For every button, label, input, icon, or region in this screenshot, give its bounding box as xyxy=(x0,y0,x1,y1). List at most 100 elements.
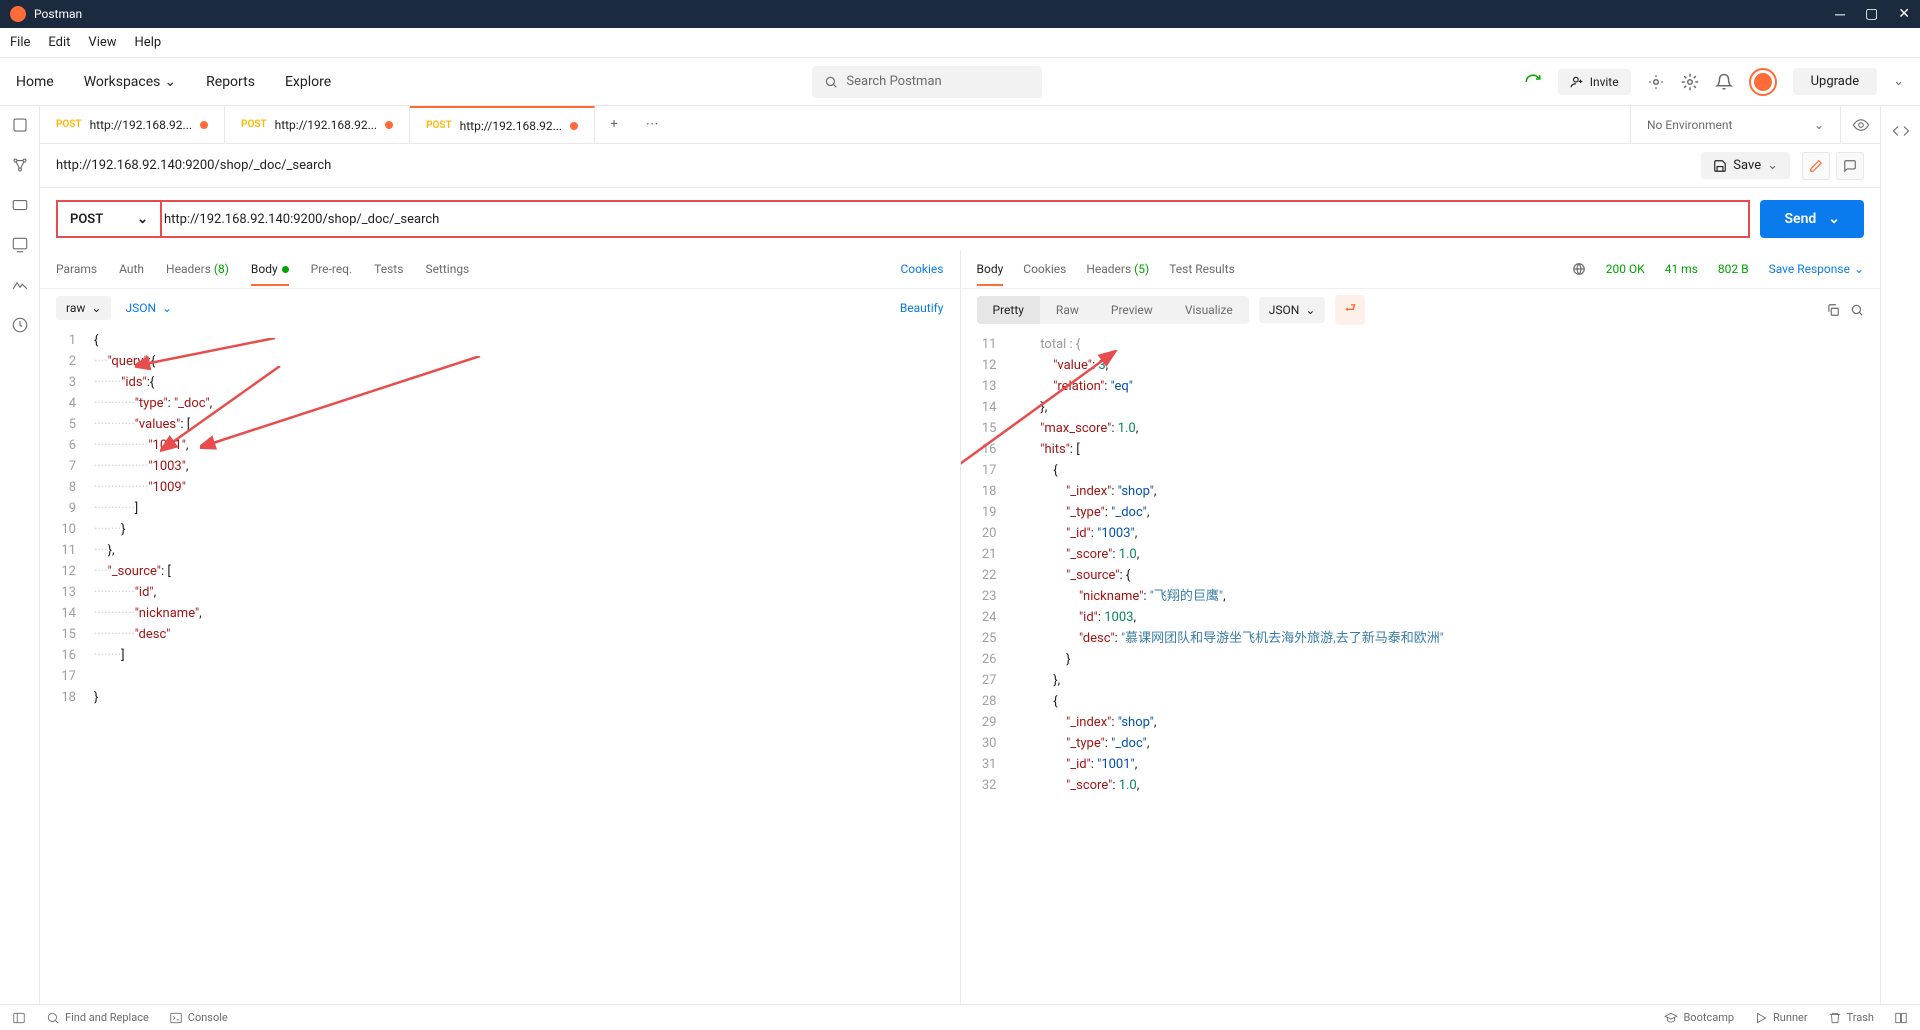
history-icon[interactable] xyxy=(11,316,29,334)
search-icon[interactable] xyxy=(1850,303,1864,317)
chevron-down-icon: ⌄ xyxy=(1767,158,1778,173)
view-preview[interactable]: Preview xyxy=(1095,296,1169,324)
subtab-body[interactable]: Body xyxy=(251,252,289,286)
bell-icon[interactable] xyxy=(1715,73,1733,91)
play-icon xyxy=(1754,1011,1768,1025)
body-type-select[interactable]: raw ⌄ xyxy=(56,296,111,320)
response-time: 41 ms xyxy=(1665,262,1698,276)
search-input[interactable]: Search Postman xyxy=(812,66,1042,98)
request-tabs: POST http://192.168.92... POST http://19… xyxy=(40,106,1880,144)
view-visualize[interactable]: Visualize xyxy=(1169,296,1249,324)
monitors-icon[interactable] xyxy=(11,276,29,294)
url-input[interactable]: http://192.168.92.140:9200/shop/_doc/_se… xyxy=(152,200,1750,238)
left-rail xyxy=(0,106,40,1004)
menu-help[interactable]: Help xyxy=(135,35,162,50)
bootcamp-button[interactable]: Bootcamp xyxy=(1664,1011,1734,1025)
response-tabs: Body Cookies Headers (5) Test Results 20… xyxy=(961,250,1881,288)
subtab-settings[interactable]: Settings xyxy=(425,252,469,286)
search-icon xyxy=(824,75,838,89)
request-title: http://192.168.92.140:9200/shop/_doc/_se… xyxy=(56,158,1689,173)
runner-button[interactable]: Runner xyxy=(1754,1011,1808,1025)
tab-request-2[interactable]: POST http://192.168.92... xyxy=(410,106,595,143)
environment-quick-look[interactable] xyxy=(1840,106,1880,143)
user-plus-icon xyxy=(1570,75,1584,89)
chevron-down-icon: ⌄ xyxy=(164,74,176,90)
chevron-down-icon: ⌄ xyxy=(1828,211,1840,227)
close-icon[interactable]: ✕ xyxy=(1898,6,1910,23)
wrap-lines-button[interactable]: ⮐ xyxy=(1335,295,1365,325)
settings-icon[interactable] xyxy=(1681,73,1699,91)
comment-button[interactable] xyxy=(1836,152,1864,180)
apis-icon[interactable] xyxy=(11,156,29,174)
minimize-icon[interactable]: ─ xyxy=(1835,6,1845,23)
avatar[interactable] xyxy=(1749,68,1777,96)
response-size: 802 B xyxy=(1718,262,1749,276)
request-body-editor[interactable]: 1{2····"query":{3········"ids":{4·······… xyxy=(40,326,960,1004)
nav-explore[interactable]: Explore xyxy=(285,74,331,90)
subtab-headers[interactable]: Headers (8) xyxy=(166,252,229,286)
resp-tab-headers[interactable]: Headers (5) xyxy=(1086,252,1149,286)
chevron-down-icon[interactable]: ⌄ xyxy=(1893,74,1904,89)
environments-icon[interactable] xyxy=(11,196,29,214)
cookies-link[interactable]: Cookies xyxy=(900,262,943,276)
save-button[interactable]: Save ⌄ xyxy=(1701,152,1790,179)
collections-icon[interactable] xyxy=(11,116,29,134)
code-icon[interactable] xyxy=(1892,122,1910,140)
console-button[interactable]: Console xyxy=(169,1011,228,1025)
invite-button[interactable]: Invite xyxy=(1558,69,1631,95)
sidebar-toggle[interactable] xyxy=(12,1011,26,1025)
body-format-select[interactable]: JSON ⌄ xyxy=(125,301,172,315)
nav-home[interactable]: Home xyxy=(16,74,54,90)
search-icon xyxy=(46,1011,60,1025)
tab-request-1[interactable]: POST http://192.168.92... xyxy=(225,106,410,143)
view-pretty[interactable]: Pretty xyxy=(977,296,1040,324)
nav-reports[interactable]: Reports xyxy=(206,74,255,90)
trash-button[interactable]: Trash xyxy=(1828,1011,1874,1025)
sync-icon[interactable] xyxy=(1524,73,1542,91)
subtab-auth[interactable]: Auth xyxy=(119,252,144,286)
send-button[interactable]: Send ⌄ xyxy=(1760,200,1864,238)
mock-icon[interactable] xyxy=(11,236,29,254)
maximize-icon[interactable]: ▢ xyxy=(1865,6,1878,23)
chevron-down-icon: ⌄ xyxy=(162,301,172,315)
dirty-dot-icon xyxy=(385,121,393,129)
subtab-params[interactable]: Params xyxy=(56,252,97,286)
method-select[interactable]: POST ⌄ xyxy=(56,200,162,238)
response-format-select[interactable]: JSON ⌄ xyxy=(1259,297,1326,323)
tab-request-0[interactable]: POST http://192.168.92... xyxy=(40,106,225,143)
postman-logo-icon xyxy=(10,6,26,22)
comment-icon xyxy=(1843,159,1857,173)
environment-select[interactable]: No Environment ⌄ xyxy=(1630,106,1840,143)
resp-tab-tests[interactable]: Test Results xyxy=(1169,252,1235,286)
menu-edit[interactable]: Edit xyxy=(48,35,70,50)
chevron-down-icon: ⌄ xyxy=(137,212,148,227)
resp-tab-cookies[interactable]: Cookies xyxy=(1023,252,1066,286)
menubar: File Edit View Help xyxy=(0,28,1920,58)
globe-icon[interactable] xyxy=(1572,262,1586,276)
chevron-down-icon: ⌄ xyxy=(1854,262,1864,276)
upgrade-button[interactable]: Upgrade xyxy=(1793,68,1877,95)
menu-view[interactable]: View xyxy=(88,35,116,50)
menu-file[interactable]: File xyxy=(10,35,30,50)
tab-options-button[interactable]: ⋯ xyxy=(633,106,671,143)
save-response-button[interactable]: Save Response ⌄ xyxy=(1769,262,1864,276)
edit-button[interactable] xyxy=(1802,152,1830,180)
layout-toggles[interactable] xyxy=(1894,1011,1908,1025)
copy-icon[interactable] xyxy=(1826,303,1840,317)
resp-tab-body[interactable]: Body xyxy=(977,252,1004,286)
new-tab-button[interactable]: + xyxy=(595,106,633,143)
terminal-icon xyxy=(169,1011,183,1025)
chevron-down-icon: ⌄ xyxy=(1305,303,1315,317)
subtab-prereq[interactable]: Pre-req. xyxy=(311,252,353,286)
nav-workspaces[interactable]: Workspaces ⌄ xyxy=(84,74,176,90)
eye-icon xyxy=(1852,116,1870,134)
beautify-button[interactable]: Beautify xyxy=(900,301,944,315)
view-raw[interactable]: Raw xyxy=(1040,296,1095,324)
response-body-viewer[interactable]: 11 total : {12 "value": 3,13 "relation":… xyxy=(961,330,1881,1004)
window-title: Postman xyxy=(34,7,1835,21)
subtab-tests[interactable]: Tests xyxy=(374,252,403,286)
satellite-icon[interactable] xyxy=(1647,73,1665,91)
response-pane: Body Cookies Headers (5) Test Results 20… xyxy=(960,250,1881,1004)
find-replace-button[interactable]: Find and Replace xyxy=(46,1011,149,1025)
search-placeholder: Search Postman xyxy=(846,74,941,89)
